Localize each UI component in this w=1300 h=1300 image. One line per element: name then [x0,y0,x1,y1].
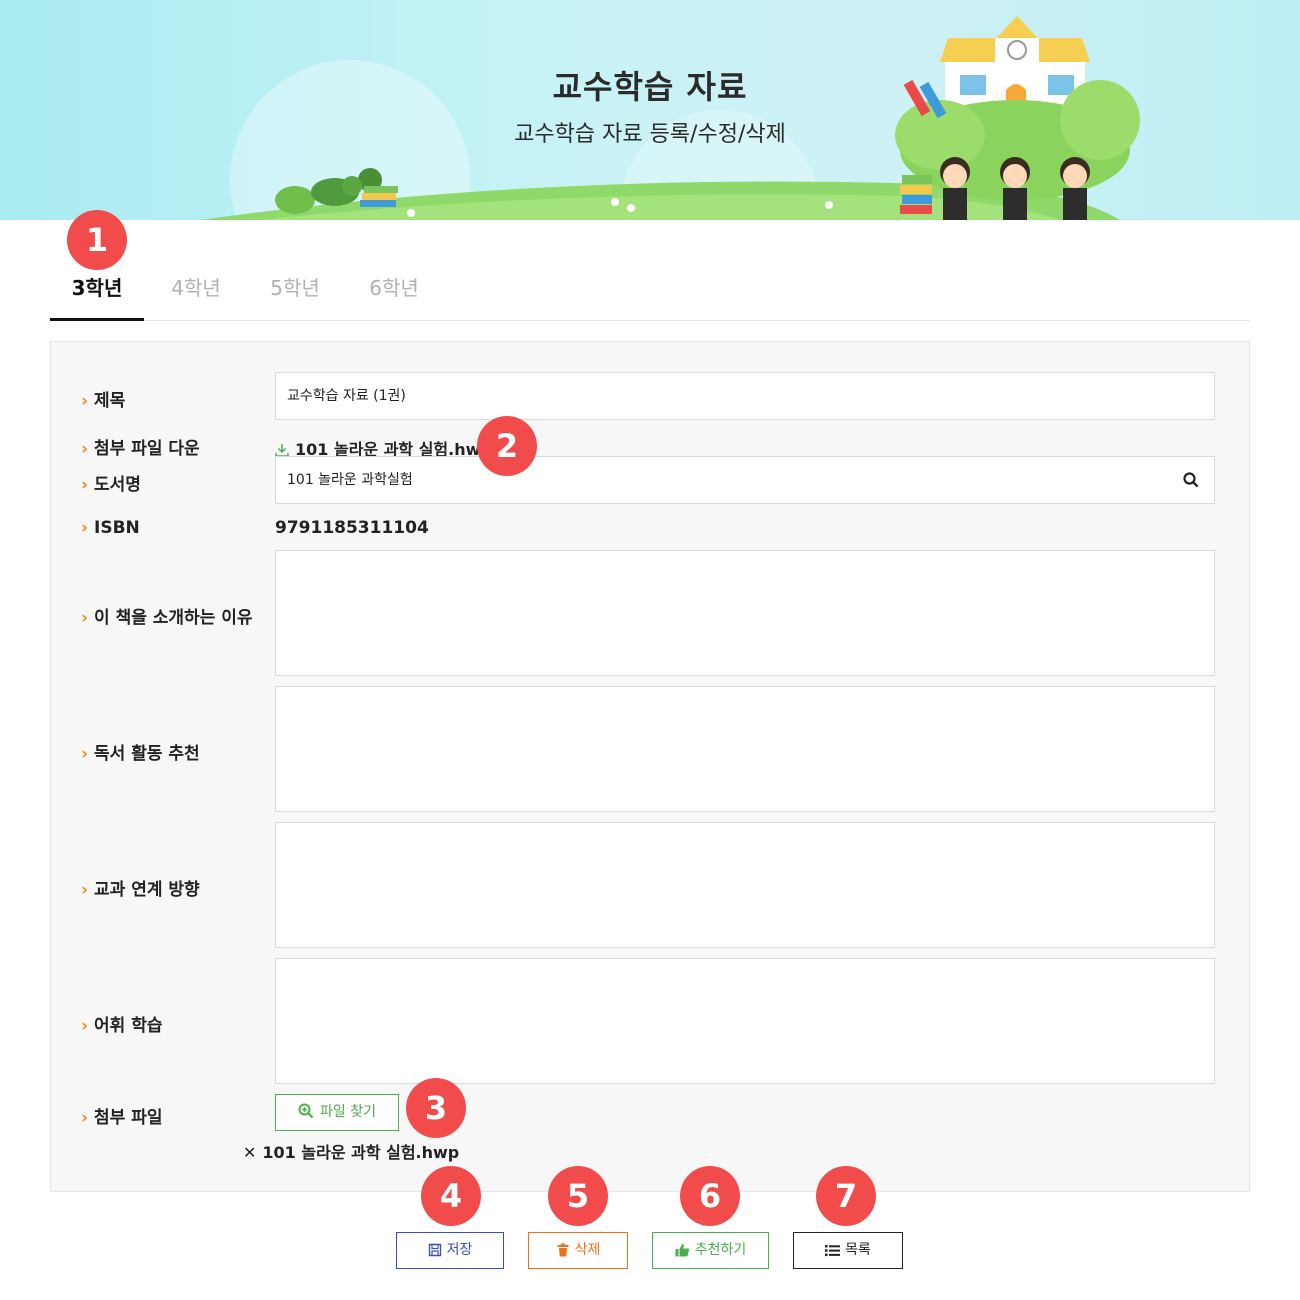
attach-label: › 첨부 파일 [81,1108,163,1128]
vocab-label: › 어휘 학습 [81,1016,163,1036]
attached-file-item: ✕ 101 놀라운 과학 실험.hwp [243,1139,459,1163]
book-title-value: 101 놀라운 과학실험 [287,472,413,488]
attached-file-name: 101 놀라운 과학 실험.hwp [262,1143,460,1162]
reason-textarea[interactable] [275,550,1215,676]
chevron-right-icon: › [81,439,89,459]
banner-illustration [200,16,1140,220]
book-label: › 도서명 [81,475,141,495]
tab-grade-5[interactable]: 5학년 [253,262,337,321]
tab-grade-3[interactable]: 3학년 [50,262,144,321]
floppy-disk-icon [428,1243,441,1257]
form-panel: › 제목 교수학습 자료 (1권) › 첨부 파일 다운 101 놀라운 과학 실험… [50,341,1250,1192]
chevron-right-icon: › [81,391,89,411]
header-banner: 교수학습 자료 교수학습 자료 등록/수정/삭제 [0,0,1300,220]
subject-textarea[interactable] [275,822,1215,948]
callout-marker-4: 4 [421,1166,481,1226]
title-label: › 제목 [81,391,126,411]
callout-marker-6: 6 [680,1166,740,1226]
list-icon [825,1245,841,1257]
chevron-right-icon: › [81,880,89,900]
book-title-input[interactable]: 101 놀라운 과학실험 [275,456,1215,504]
title-input[interactable]: 교수학습 자료 (1권) [275,372,1215,420]
thumbs-up-icon [675,1243,689,1257]
save-button[interactable]: 저장 [396,1232,504,1269]
activity-textarea[interactable] [275,686,1215,812]
isbn-label: › ISBN [81,518,140,538]
tab-grade-6[interactable]: 6학년 [352,262,436,321]
subject-label: › 교과 연계 방향 [81,880,200,900]
list-button[interactable]: 목록 [793,1232,903,1269]
callout-marker-5: 5 [548,1166,608,1226]
callout-marker-1: 1 [67,210,127,270]
download-label: › 첨부 파일 다운 [81,439,200,459]
recommend-button[interactable]: 추천하기 [652,1232,769,1269]
callout-marker-2: 2 [477,416,537,476]
activity-label: › 독서 활동 추천 [81,744,200,764]
search-icon[interactable] [1182,471,1200,489]
isbn-value: 9791185311104 [275,518,429,538]
grade-tabs: 3학년 4학년 5학년 6학년 [50,262,1250,321]
remove-file-icon[interactable]: ✕ [243,1143,256,1162]
tab-grade-4[interactable]: 4학년 [154,262,238,321]
callout-marker-3: 3 [406,1078,466,1138]
trash-icon [557,1243,569,1257]
chevron-right-icon: › [81,1016,89,1036]
download-icon [275,444,289,457]
find-file-button[interactable]: 파일 찾기 [275,1094,399,1131]
page-title: 교수학습 자료 [552,68,748,106]
chevron-right-icon: › [81,475,89,495]
reason-label: › 이 책을 소개하는 이유 [81,608,253,628]
chevron-right-icon: › [81,1108,89,1128]
chevron-right-icon: › [81,608,89,628]
page-subtitle: 교수학습 자료 등록/수정/삭제 [514,122,786,147]
chevron-right-icon: › [81,518,89,538]
callout-marker-7: 7 [816,1166,876,1226]
chevron-right-icon: › [81,744,89,764]
zoom-in-icon [298,1103,314,1119]
delete-button[interactable]: 삭제 [528,1232,628,1269]
vocab-textarea[interactable] [275,958,1215,1084]
